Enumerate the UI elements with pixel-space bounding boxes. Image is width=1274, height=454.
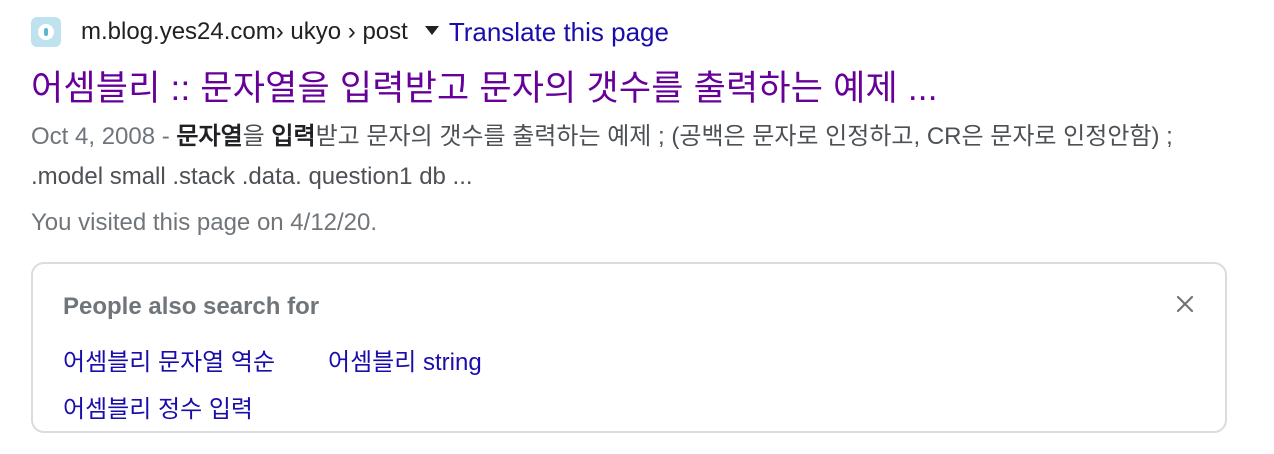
caret-down-icon[interactable] bbox=[424, 25, 439, 35]
visited-note: You visited this page on 4/12/20. bbox=[31, 209, 378, 236]
search-result: m.blog.yes24.com › ukyo › post Translate… bbox=[0, 0, 1274, 454]
breadcrumb-path: › ukyo › post bbox=[275, 18, 408, 45]
related-search-link[interactable]: 어셈블리 string bbox=[328, 342, 482, 377]
snippet-highlight-2: 입력 bbox=[271, 123, 316, 150]
related-search-link[interactable]: 어셈블리 문자열 역순 bbox=[63, 342, 275, 377]
translate-page-link[interactable]: Translate this page bbox=[449, 17, 669, 48]
breadcrumb-domain: m.blog.yes24.com bbox=[81, 18, 276, 45]
snippet-highlight-1: 문자열 bbox=[176, 123, 243, 150]
snippet-separator: - bbox=[155, 123, 177, 150]
result-title-link[interactable]: 어셈블리 :: 문자열을 입력받고 문자의 갯수를 출력하는 예제 ... bbox=[31, 60, 938, 111]
result-snippet: Oct 4, 2008 - 문자열을 입력받고 문자의 갯수를 출력하는 예제 … bbox=[31, 117, 1221, 197]
site-favicon-icon bbox=[31, 17, 61, 47]
people-also-search-title: People also search for bbox=[63, 293, 320, 320]
snippet-text-1: 을 bbox=[242, 123, 272, 150]
close-icon[interactable] bbox=[1171, 290, 1199, 318]
related-search-link[interactable]: 어셈블리 정수 입력 bbox=[63, 389, 253, 424]
snippet-date: Oct 4, 2008 bbox=[31, 123, 156, 150]
people-also-search-box: People also search for 어셈블리 문자열 역순 어셈블리 … bbox=[31, 262, 1227, 433]
result-breadcrumb-row: m.blog.yes24.com › ukyo › post Translate… bbox=[31, 14, 669, 50]
